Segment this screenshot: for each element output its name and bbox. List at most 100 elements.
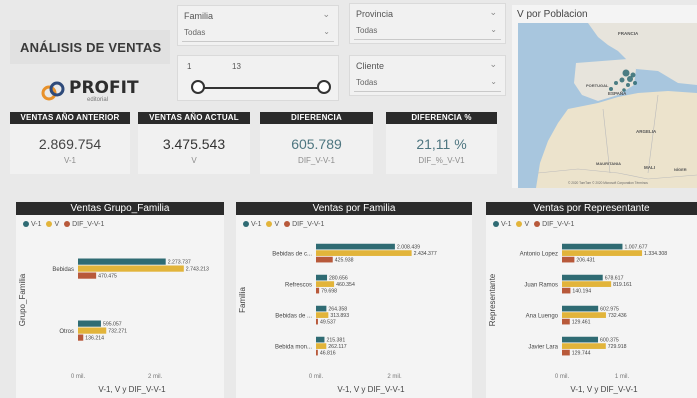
data-label: 470.475 xyxy=(98,274,117,280)
data-label: 602.975 xyxy=(600,306,619,312)
cliente-slicer[interactable]: Cliente ⌄ Todas ⌄ xyxy=(349,55,506,96)
cliente-label: Cliente xyxy=(356,61,385,71)
category-label: Bebidas de ... xyxy=(275,314,312,320)
chart-ventas-por-familia[interactable]: Ventas por Familia V-1 V DIF_V-V-1 Famil… xyxy=(236,202,472,398)
bar-dif-v-v-1 xyxy=(562,318,570,325)
chart-ventas-por-representante[interactable]: Ventas por Representante V-1 V DIF_V-V-1… xyxy=(486,202,697,398)
data-label: 136.214 xyxy=(85,336,104,342)
category-label: Bebidas xyxy=(52,267,74,273)
bar-dif-v-v-1 xyxy=(562,349,570,356)
bar-v-1 xyxy=(316,243,395,250)
range-high-handle[interactable] xyxy=(317,80,331,94)
data-label: 313.893 xyxy=(330,313,349,319)
range-track[interactable] xyxy=(198,87,324,89)
data-label: 2.008.439 xyxy=(397,244,420,250)
range-slicer[interactable]: 1 13 xyxy=(177,55,339,101)
profit-logo: PROFIT editorial xyxy=(40,78,140,104)
kpi-card-diferencia: DIFERENCIA 605.789 DIF_V-V-1 xyxy=(260,112,373,174)
bar-dif-v-v-1 xyxy=(78,334,84,341)
range-min: 1 xyxy=(187,62,192,71)
data-label: 460.354 xyxy=(336,282,355,288)
kpi-head: VENTAS AÑO ACTUAL xyxy=(138,112,250,124)
kpi-card-diferencia-pct: DIFERENCIA % 21,11 % DIF_%_V-V1 xyxy=(386,112,497,174)
data-label: 729.918 xyxy=(608,344,627,350)
data-label: 678.617 xyxy=(605,275,624,281)
bar-v xyxy=(316,312,329,318)
familia-slicer[interactable]: Familia ⌄ Todas ⌄ xyxy=(177,5,339,46)
data-label: 129.461 xyxy=(572,319,591,325)
provincia-dropdown[interactable]: Todas ⌄ xyxy=(354,24,501,40)
kpi-head: DIFERENCIA % xyxy=(386,112,497,124)
map-label-3: ARGELIA xyxy=(636,129,657,134)
data-label: 262.117 xyxy=(328,344,346,350)
data-label: 2.434.377 xyxy=(414,251,437,257)
chevron-down-icon[interactable]: ⌄ xyxy=(489,59,497,70)
bar-v-1 xyxy=(562,274,603,281)
bar-v xyxy=(316,250,412,256)
data-label: 732.271 xyxy=(108,329,127,335)
bar-v-1 xyxy=(78,258,166,265)
range-max: 13 xyxy=(232,62,241,71)
kpi-value: 605.789 xyxy=(291,136,342,152)
chevron-down-icon[interactable]: ⌄ xyxy=(490,77,497,86)
data-label: 595.057 xyxy=(103,322,122,328)
x-axis-title: V-1, V y DIF_V-V-1 xyxy=(337,385,405,394)
cliente-dropdown[interactable]: Todas ⌄ xyxy=(354,76,501,92)
data-label: 425.938 xyxy=(335,257,354,263)
kpi-head: VENTAS AÑO ANTERIOR xyxy=(10,112,130,124)
map-label-4: MAURITANIA xyxy=(596,161,621,166)
x-tick-label: 0 mil. xyxy=(555,374,570,380)
familia-label: Familia xyxy=(184,11,214,21)
x-axis-title: V-1, V y DIF_V-V-1 xyxy=(98,385,166,394)
familia-dropdown[interactable]: Todas ⌄ xyxy=(182,26,334,42)
chart-ventas-grupo-familia[interactable]: Ventas Grupo_Familia V-1 V DIF_V-V-1 Gru… xyxy=(16,202,224,398)
data-label: 600.375 xyxy=(600,337,619,343)
cliente-value: Todas xyxy=(356,78,378,87)
kpi-value: 3.475.543 xyxy=(162,136,226,152)
map-canvas[interactable]: FRANCIA ESPAÑA PORTUGAL ARGELIA MAURITAN… xyxy=(518,23,697,188)
map-footer: © 2020 TomTom © 2020 Microsoft Corporati… xyxy=(568,181,648,185)
bar-dif-v-v-1 xyxy=(562,287,571,294)
map-label-1: ESPAÑA xyxy=(608,90,627,96)
map-label-6: NÍGER xyxy=(674,167,687,172)
bar-v xyxy=(316,343,327,349)
kpi-sub: V xyxy=(191,156,197,165)
provincia-slicer[interactable]: Provincia ⌄ Todas ⌄ xyxy=(349,3,506,44)
bar-dif-v-v-1 xyxy=(316,318,318,325)
kpi-value: 21,11 % xyxy=(416,136,467,152)
bar-v-1 xyxy=(562,243,623,250)
chevron-down-icon[interactable]: ⌄ xyxy=(322,9,330,20)
category-label: Otros xyxy=(59,329,74,335)
chevron-down-icon[interactable]: ⌄ xyxy=(489,7,497,18)
bar-dif-v-v-1 xyxy=(316,287,320,294)
report-title-box: ANÁLISIS DE VENTAS xyxy=(10,30,170,64)
chart-svg[interactable]: Representante V-1, V y DIF_V-V-10 mil. 1 m… xyxy=(486,202,697,398)
data-label: 140.194 xyxy=(572,288,591,294)
data-label: 46.816 xyxy=(320,350,336,356)
category-label: Antonio Lopez xyxy=(520,252,558,258)
x-tick-label: 0 mil. xyxy=(309,374,324,380)
range-low-handle[interactable] xyxy=(191,80,205,94)
y-axis-title: Familia xyxy=(238,287,247,313)
logo-mark-icon xyxy=(41,81,65,101)
chart-svg[interactable]: Grupo_Familia V-1, V y DIF_V-V-1 0 mil. 2 m… xyxy=(16,202,224,398)
bar-v xyxy=(78,327,107,334)
data-label: 819.161 xyxy=(613,282,632,288)
data-label: 1.334.308 xyxy=(644,251,667,257)
bar-dif-v-v-1 xyxy=(316,256,333,263)
map-label-0: FRANCIA xyxy=(618,31,639,36)
data-label: 2.273.737 xyxy=(168,260,191,266)
chart-svg[interactable]: Familia V-1, V y DIF_V-V-1 0 mil. 2 mil. Beb… xyxy=(236,202,472,398)
chevron-down-icon[interactable]: ⌄ xyxy=(323,27,330,36)
category-label: Bebida mon... xyxy=(275,345,312,351)
bar-v xyxy=(562,281,612,287)
kpi-head: DIFERENCIA xyxy=(260,112,373,124)
chevron-down-icon[interactable]: ⌄ xyxy=(490,25,497,34)
bar-v xyxy=(316,281,335,287)
kpi-card-ventas-anterior: VENTAS AÑO ANTERIOR 2.869.754 V-1 xyxy=(10,112,130,174)
category-label: Bebidas de c... xyxy=(272,252,312,258)
data-label: 49.537 xyxy=(320,319,336,325)
bar-v xyxy=(78,265,184,272)
map-visual[interactable]: V por Poblacion FRANCIA ESPAÑA PORTUGAL … xyxy=(512,5,697,188)
bar-dif-v-v-1 xyxy=(316,349,318,356)
